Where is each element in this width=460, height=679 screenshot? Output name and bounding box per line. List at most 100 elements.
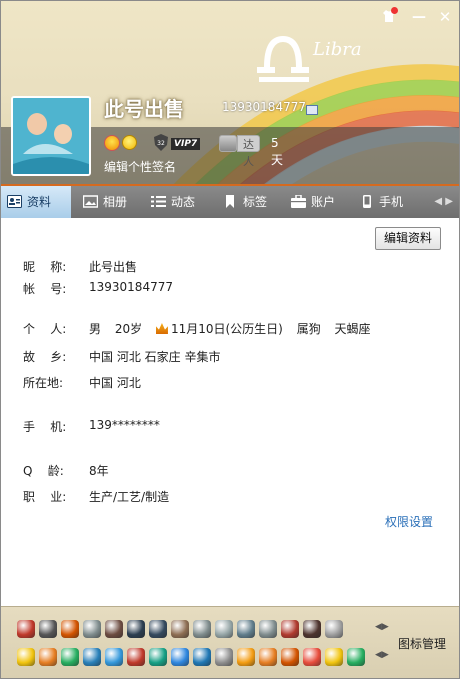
profile-header: Libra — ✕ 此号出售 13930184777 32 VIP7 达人 5天… bbox=[1, 1, 459, 184]
tab-label: 手机 bbox=[379, 195, 404, 209]
profile-window: Libra — ✕ 此号出售 13930184777 32 VIP7 达人 5天… bbox=[0, 0, 460, 679]
service-icon[interactable] bbox=[193, 648, 211, 666]
tab-scroll-arrows[interactable]: ◀ ▶ bbox=[434, 196, 453, 207]
service-icon[interactable] bbox=[303, 620, 321, 638]
field-value: 中国 河北 石家庄 辛集市 bbox=[89, 350, 221, 364]
libra-logo: Libra bbox=[257, 35, 362, 82]
svg-text:Libra: Libra bbox=[312, 39, 362, 60]
tab-label: 标签 bbox=[243, 195, 268, 209]
constellation-value: 天蝎座 bbox=[334, 322, 371, 336]
field-label: 帐 号: bbox=[23, 282, 67, 296]
field-label: 所在地: bbox=[23, 376, 64, 390]
tab-label: 相册 bbox=[103, 195, 128, 209]
service-icon[interactable] bbox=[39, 620, 57, 638]
field-label: 手 机: bbox=[23, 420, 67, 434]
icon-row-bottom bbox=[17, 648, 372, 668]
close-button[interactable]: ✕ bbox=[437, 9, 453, 25]
zodiac-value: 属狗 bbox=[296, 322, 321, 336]
field-value: 此号出售 bbox=[89, 260, 138, 274]
icon-row-top-arrows[interactable]: ◀▶ bbox=[375, 622, 389, 632]
field-value: 13930184777 bbox=[89, 280, 173, 294]
service-icon[interactable] bbox=[127, 648, 145, 666]
qq-number: 13930184777 bbox=[222, 100, 306, 114]
service-icon[interactable] bbox=[259, 648, 277, 666]
chevron-right-icon[interactable]: ▶ bbox=[382, 650, 389, 660]
service-icon[interactable] bbox=[83, 648, 101, 666]
service-icon[interactable] bbox=[105, 620, 123, 638]
chevron-left-icon[interactable]: ◀ bbox=[434, 196, 442, 207]
crown-badge-icon[interactable] bbox=[104, 135, 120, 151]
service-icon[interactable] bbox=[237, 648, 255, 666]
service-icon[interactable] bbox=[259, 620, 277, 638]
service-icon[interactable] bbox=[149, 648, 167, 666]
mobile-phone-icon bbox=[363, 195, 371, 208]
field-value: 男 20岁 11月10日(公历生日) 属狗 天蝎座 bbox=[89, 320, 371, 337]
service-icon[interactable] bbox=[17, 648, 35, 666]
field-label: 个 人: bbox=[23, 322, 67, 336]
service-icon[interactable] bbox=[237, 620, 255, 638]
field-value: 139******** bbox=[89, 418, 160, 432]
field-label: 昵 称: bbox=[23, 260, 67, 274]
edit-profile-button[interactable]: 编辑资料 bbox=[375, 227, 441, 250]
field-label: 职 业: bbox=[23, 490, 67, 504]
tab-mobile[interactable]: 手机 bbox=[353, 186, 419, 218]
tab-album[interactable]: 相册 bbox=[77, 186, 143, 218]
tab-profile[interactable]: 资料 bbox=[1, 186, 71, 218]
signature-edit-link[interactable]: 编辑个性签名 bbox=[104, 158, 176, 175]
service-icon[interactable] bbox=[61, 620, 79, 638]
service-icon[interactable] bbox=[171, 620, 189, 638]
tab-bar: 资料 相册 动态 标签 账户 手机 ◀ ▶ bbox=[1, 184, 459, 218]
field-label: Q 龄: bbox=[23, 464, 64, 478]
vip-badge[interactable]: VIP7 bbox=[171, 138, 201, 150]
daren-badge[interactable]: 达人 bbox=[237, 135, 260, 168]
profile-card-icon bbox=[7, 195, 22, 208]
chevron-right-icon[interactable]: ▶ bbox=[445, 196, 453, 207]
gender-value: 男 bbox=[89, 322, 102, 336]
wallet-icon bbox=[291, 195, 306, 208]
tab-feed[interactable]: 动态 bbox=[145, 186, 215, 218]
tab-label: 账户 bbox=[311, 195, 336, 209]
service-icon[interactable] bbox=[149, 620, 167, 638]
service-icon[interactable] bbox=[325, 620, 343, 638]
vip-shield-icon[interactable]: 32 bbox=[154, 134, 168, 151]
profile-nickname: 此号出售 bbox=[104, 97, 184, 121]
service-icon[interactable] bbox=[171, 648, 189, 666]
chevron-right-icon[interactable]: ▶ bbox=[382, 622, 389, 632]
business-card-icon[interactable] bbox=[306, 105, 318, 115]
tab-label: 动态 bbox=[171, 195, 196, 209]
tab-account[interactable]: 账户 bbox=[285, 186, 351, 218]
field-value: 中国 河北 bbox=[89, 376, 141, 390]
icon-row-top bbox=[17, 620, 372, 640]
daren-icon bbox=[219, 135, 237, 152]
service-icon[interactable] bbox=[105, 648, 123, 666]
minimize-button[interactable]: — bbox=[411, 9, 427, 25]
service-icon[interactable] bbox=[325, 648, 343, 666]
service-icon[interactable] bbox=[215, 620, 233, 638]
avatar-image bbox=[13, 98, 89, 174]
permission-settings-link[interactable]: 权限设置 bbox=[385, 513, 433, 530]
service-icon[interactable] bbox=[281, 648, 299, 666]
tab-label: 资料 bbox=[27, 195, 52, 209]
notification-dot bbox=[391, 7, 398, 14]
avatar[interactable] bbox=[11, 96, 91, 176]
birthday-value: 11月10日(公历生日) bbox=[170, 322, 283, 336]
service-icon[interactable] bbox=[281, 620, 299, 638]
service-icon[interactable] bbox=[193, 620, 211, 638]
icon-row-bottom-arrows[interactable]: ◀▶ bbox=[375, 650, 389, 660]
tab-tags[interactable]: 标签 bbox=[217, 186, 283, 218]
feed-list-icon bbox=[151, 196, 166, 207]
profile-details: 编辑资料 昵 称: 此号出售 帐 号: 13930184777 个 人: 男 2… bbox=[1, 218, 459, 606]
service-icon[interactable] bbox=[347, 648, 365, 666]
service-icon[interactable] bbox=[39, 648, 57, 666]
service-icon[interactable] bbox=[303, 648, 321, 666]
service-icon[interactable] bbox=[83, 620, 101, 638]
chevron-left-icon[interactable]: ◀ bbox=[375, 622, 382, 632]
smiley-badge-icon[interactable] bbox=[122, 135, 137, 150]
icon-manage-link[interactable]: 图标管理 bbox=[398, 635, 446, 652]
service-icon[interactable] bbox=[215, 648, 233, 666]
chevron-left-icon[interactable]: ◀ bbox=[375, 650, 382, 660]
service-icon[interactable] bbox=[61, 648, 79, 666]
service-icon[interactable] bbox=[127, 620, 145, 638]
service-icon[interactable] bbox=[17, 620, 35, 638]
daren-days: 5天 bbox=[271, 136, 284, 167]
